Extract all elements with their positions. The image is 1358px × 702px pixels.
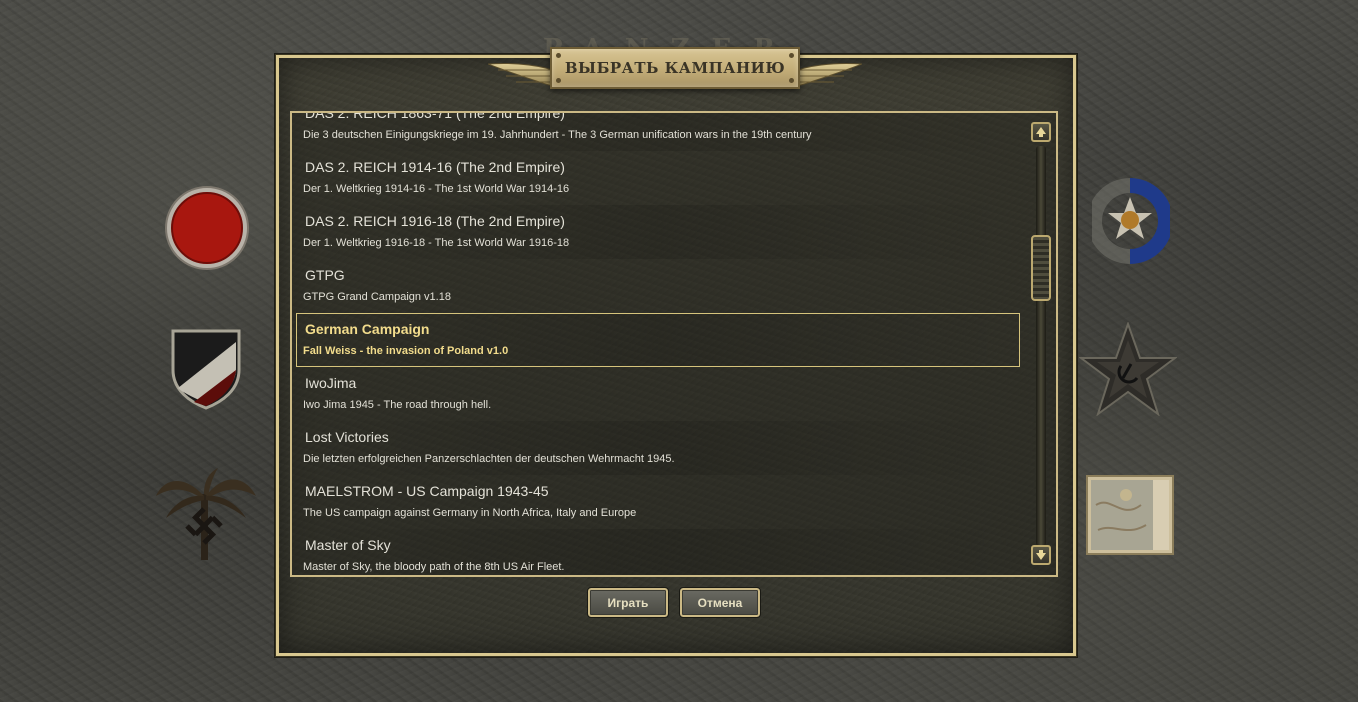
afrika-korps-palm-icon[interactable]	[154, 466, 258, 564]
scroll-down-button[interactable]	[1031, 545, 1051, 565]
campaign-name: Master of Sky	[305, 537, 391, 553]
map-scenario-icon[interactable]	[1086, 475, 1174, 555]
rivet-icon	[556, 53, 561, 58]
campaign-item[interactable]: DAS 2. REICH 1914-16 (The 2nd Empire) De…	[296, 151, 1020, 205]
campaign-name: IwoJima	[305, 375, 357, 391]
campaign-item-selected[interactable]: German Campaign Fall Weiss - the invasio…	[296, 313, 1020, 367]
play-button[interactable]: Играть	[587, 587, 669, 618]
campaign-description: Iwo Jima 1945 - The road through hell.	[303, 399, 492, 411]
campaign-item[interactable]: IwoJima Iwo Jima 1945 - The road through…	[296, 367, 1020, 421]
campaign-name: Lost Victories	[305, 429, 389, 445]
campaign-description: Die letzten erfolgreichen Panzerschlacht…	[303, 453, 675, 465]
campaign-description: The US campaign against Germany in North…	[303, 507, 637, 519]
rivet-icon	[789, 53, 794, 58]
campaign-name: GTPG	[305, 267, 345, 283]
rivet-icon	[789, 78, 794, 83]
campaign-name: DAS 2. REICH 1914-16 (The 2nd Empire)	[305, 159, 565, 175]
arrow-down-icon	[1036, 550, 1046, 560]
dialog-title: ВЫБРАТЬ КАМПАНИЮ	[564, 59, 786, 77]
campaign-description: Der 1. Weltkrieg 1914-16 - The 1st World…	[303, 183, 570, 195]
scroll-up-button[interactable]	[1031, 122, 1051, 142]
campaign-description: Die 3 deutschen Einigungskriege im 19. J…	[303, 129, 812, 141]
soviet-faction-icon[interactable]	[1079, 322, 1177, 416]
campaign-description: Fall Weiss - the invasion of Poland v1.0	[303, 345, 509, 357]
campaign-item[interactable]: GTPG GTPG Grand Campaign v1.18	[296, 259, 1020, 313]
campaign-name: DAS 2. REICH 1916-18 (The 2nd Empire)	[305, 213, 565, 229]
scrollbar-track[interactable]	[1036, 146, 1046, 546]
campaign-item[interactable]: DAS 2. REICH 1863-71 (The 2nd Empire) Di…	[296, 111, 1020, 151]
campaign-description: Der 1. Weltkrieg 1916-18 - The 1st World…	[303, 237, 570, 249]
usa-faction-icon[interactable]	[1092, 177, 1170, 265]
campaign-item[interactable]: Master of Sky Master of Sky, the bloody …	[296, 529, 1020, 575]
campaign-item[interactable]: DAS 2. REICH 1916-18 (The 2nd Empire) De…	[296, 205, 1020, 259]
campaign-item[interactable]: MAELSTROM - US Campaign 1943-45 The US c…	[296, 475, 1020, 529]
campaign-name: German Campaign	[305, 321, 430, 337]
campaign-name: MAELSTROM - US Campaign 1943-45	[305, 483, 549, 499]
campaign-item[interactable]: Lost Victories Die letzten erfolgreichen…	[296, 421, 1020, 475]
campaign-description: Master of Sky, the bloody path of the 8t…	[303, 561, 565, 573]
germany-helmet-decal-icon[interactable]	[170, 328, 242, 410]
rivet-icon	[556, 78, 561, 83]
campaign-list[interactable]: DAS 2. REICH 1863-71 (The 2nd Empire) Di…	[290, 111, 1058, 577]
cancel-button[interactable]: Отмена	[679, 587, 761, 618]
arrow-up-icon	[1036, 127, 1046, 137]
campaign-name: DAS 2. REICH 1863-71 (The 2nd Empire)	[305, 111, 565, 121]
campaign-list-items: DAS 2. REICH 1863-71 (The 2nd Empire) Di…	[292, 111, 1024, 575]
campaign-description: GTPG Grand Campaign v1.18	[303, 291, 451, 303]
scrollbar-thumb[interactable]	[1031, 235, 1051, 301]
dialog-title-plate: ВЫБРАТЬ КАМПАНИЮ	[550, 47, 800, 89]
japan-faction-icon[interactable]	[163, 185, 251, 271]
